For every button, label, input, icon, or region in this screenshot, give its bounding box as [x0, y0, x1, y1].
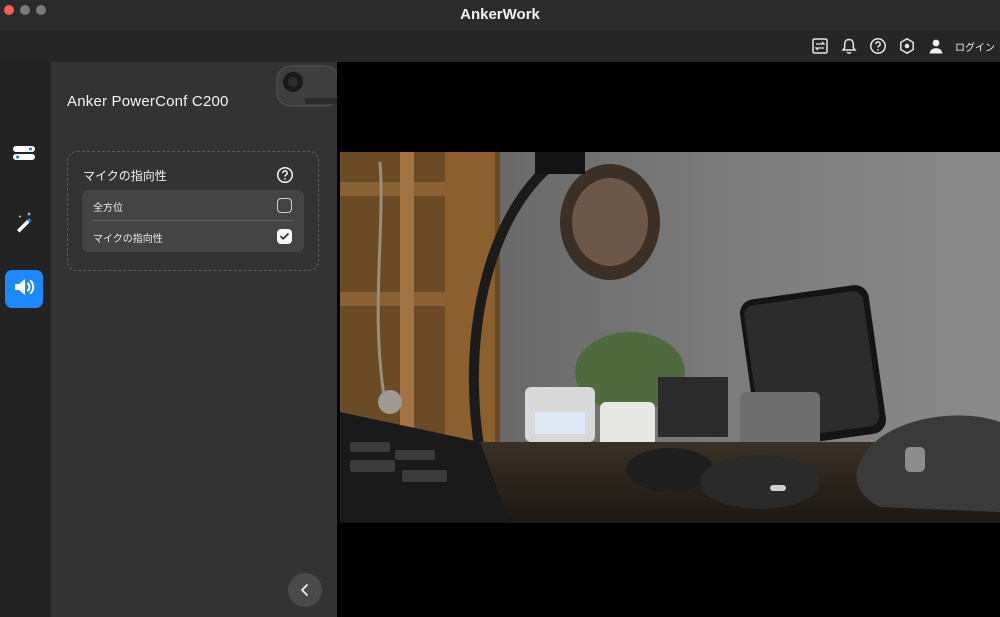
- speaker-icon: [11, 274, 37, 304]
- option-label: マイクの指向性: [93, 234, 163, 245]
- settings-panel: Anker PowerConf C200 マイクの指向性 全方位 マイクの指向性: [51, 62, 337, 617]
- mic-option-list: 全方位 マイクの指向性: [82, 190, 304, 252]
- settings-hexagon-icon[interactable]: [897, 36, 917, 56]
- title-bar: AnkerWork: [0, 0, 1000, 30]
- option-directional[interactable]: マイクの指向性: [82, 221, 304, 252]
- app-window: AnkerWork ログイン Anker PowerConf C200 マイクの…: [0, 0, 1000, 617]
- checkbox-directional[interactable]: [277, 229, 292, 244]
- nav-camera-settings[interactable]: [5, 136, 43, 174]
- camera-preview-area: [337, 62, 1000, 617]
- login-link[interactable]: ログイン: [955, 39, 995, 54]
- camera-settings-icon: [11, 140, 37, 170]
- mic-directivity-title: マイクの指向性: [83, 169, 167, 183]
- display-switch-icon[interactable]: [810, 36, 830, 56]
- app-title: AnkerWork: [460, 6, 540, 23]
- help-icon[interactable]: [276, 166, 294, 184]
- nav-audio[interactable]: [5, 270, 43, 308]
- chevron-left-icon: [301, 584, 308, 596]
- help-circle-icon[interactable]: [868, 36, 888, 56]
- option-label: 全方位: [93, 203, 123, 214]
- checkmark-icon: [280, 233, 289, 240]
- option-omnidirectional[interactable]: 全方位: [82, 190, 304, 221]
- left-nav: [0, 62, 51, 617]
- user-icon[interactable]: [926, 36, 946, 56]
- checkbox-omnidirectional[interactable]: [277, 198, 292, 213]
- mic-directivity-section: マイクの指向性 全方位 マイクの指向性: [67, 151, 319, 271]
- nav-effects[interactable]: [5, 205, 43, 243]
- collapse-panel-button[interactable]: [288, 573, 322, 607]
- bell-icon[interactable]: [839, 36, 859, 56]
- magic-wand-icon: [11, 209, 37, 239]
- camera-feed: [340, 152, 1000, 523]
- webcam-thumbnail: [275, 62, 337, 114]
- device-name: Anker PowerConf C200: [67, 93, 229, 110]
- top-toolbar: ログイン: [0, 30, 1000, 62]
